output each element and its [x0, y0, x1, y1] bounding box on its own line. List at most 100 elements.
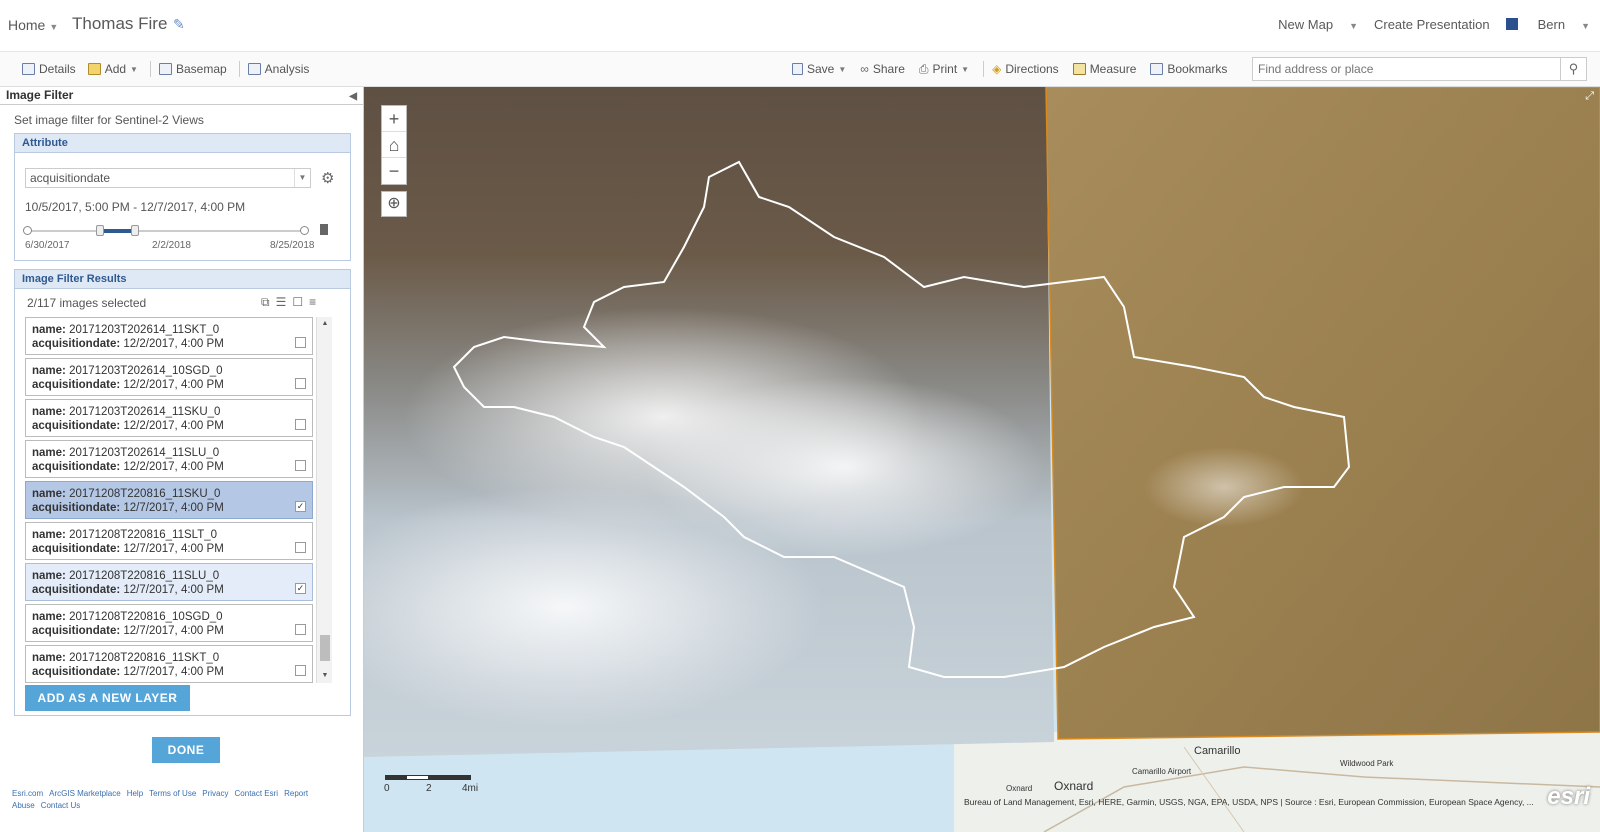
attribute-heading: Attribute [15, 134, 350, 153]
item-name-key: name: [32, 652, 66, 664]
slider-bookmark-icon[interactable] [320, 224, 328, 235]
item-checkbox[interactable] [295, 665, 306, 676]
analysis-icon [247, 63, 261, 75]
item-name: 20171203T202614_11SLU_0 [69, 447, 220, 459]
user-menu[interactable]: Bern ▼ [1505, 17, 1590, 32]
panel-header: Image Filter ◀ [0, 87, 363, 105]
map-view[interactable]: + ⌂ − ⊕ ⤢ Camarillo Oxnard Camarillo Air… [364, 87, 1600, 832]
list-item[interactable]: name: 20171208T220816_10SGD_0 acquisition… [25, 604, 313, 642]
list-item[interactable]: name: 20171208T220816_11SKU_0 acquisition… [25, 481, 313, 519]
list-item[interactable]: name: 20171203T202614_11SKU_0 acquisition… [25, 399, 313, 437]
list-item[interactable]: name: 20171208T220816_11SLT_0 acquisition… [25, 522, 313, 560]
item-name-row: name: 20171208T220816_11SKU_0 [32, 487, 306, 501]
zoom-to-selection-icon[interactable]: ⧉ [261, 295, 270, 310]
measure-button[interactable]: Measure [1072, 62, 1136, 76]
new-map-label: New Map [1278, 17, 1334, 32]
list-item[interactable]: name: 20171203T202614_10SGD_0 acquisition… [25, 358, 313, 396]
item-checkbox[interactable]: ✓ [295, 583, 306, 594]
item-name: 20171203T202614_11SKU_0 [69, 406, 221, 418]
item-name-key: name: [32, 570, 66, 582]
add-icon [87, 63, 101, 75]
floppy-disk-icon [792, 63, 803, 75]
locate-button[interactable]: ⊕ [381, 191, 407, 217]
search-icon[interactable]: ⚲ [1560, 58, 1586, 80]
basemap-grid-icon [158, 63, 172, 75]
item-name-key: name: [32, 324, 66, 336]
done-button[interactable]: DONE [152, 737, 220, 763]
basemap-button[interactable]: Basemap [158, 62, 227, 76]
print-label: Print [932, 62, 958, 76]
attribute-select[interactable]: acquisitiondate ▼ [25, 168, 311, 188]
item-checkbox[interactable] [295, 419, 306, 430]
chevron-down-icon: ▼ [49, 22, 59, 32]
edit-pencil-icon[interactable]: ✎ [173, 16, 185, 33]
item-name: 20171208T220816_10SGD_0 [69, 611, 223, 623]
slider-handle-start[interactable] [96, 225, 104, 236]
esri-logo: esri [1547, 783, 1590, 810]
footer-link[interactable]: Help [127, 789, 143, 798]
list-item[interactable]: name: 20171203T202614_11SLU_0 acquisition… [25, 440, 313, 478]
directions-button[interactable]: ◈ Directions [992, 62, 1059, 76]
scroll-down-icon[interactable]: ▼ [317, 669, 333, 683]
zoom-in-button[interactable]: + [382, 106, 406, 132]
print-button[interactable]: ⎙ Print ▼ [919, 62, 969, 77]
item-date: 12/7/2017, 4:00 PM [123, 543, 224, 555]
list-item[interactable]: name: 20171208T220816_11SKT_0 acquisition… [25, 645, 313, 683]
slider-max-label: 8/25/2018 [270, 240, 315, 251]
create-presentation-link[interactable]: Create Presentation [1374, 17, 1490, 32]
slider-start-icon [23, 226, 32, 235]
list-item[interactable]: name: 20171203T202614_11SKT_0 acquisition… [25, 317, 313, 355]
item-date: 12/2/2017, 4:00 PM [123, 379, 224, 391]
save-button[interactable]: Save ▼ [792, 62, 846, 76]
select-all-checkbox-icon[interactable]: ☐ [292, 295, 303, 310]
share-button[interactable]: ∞ Share [860, 62, 905, 76]
toolbar-divider [983, 61, 985, 77]
footer-link[interactable]: Privacy [202, 789, 228, 798]
basemap-label: Basemap [175, 62, 227, 76]
bookmarks-label: Bookmarks [1167, 62, 1228, 76]
item-date: 12/7/2017, 4:00 PM [123, 502, 224, 514]
gear-icon[interactable]: ⚙ [321, 169, 334, 187]
item-checkbox[interactable]: ✓ [295, 501, 306, 512]
item-date: 12/7/2017, 4:00 PM [123, 584, 224, 596]
filter-settings-icon[interactable]: ≡ [309, 295, 316, 310]
add-button[interactable]: Add ▼ [87, 62, 138, 76]
slider-min-label: 6/30/2017 [25, 240, 70, 251]
item-checkbox[interactable] [295, 337, 306, 348]
item-checkbox[interactable] [295, 624, 306, 635]
home-extent-button[interactable]: ⌂ [382, 132, 406, 158]
item-checkbox[interactable] [295, 460, 306, 471]
add-label: Add [104, 62, 127, 76]
attribute-section: Attribute acquisitiondate ▼ ⚙ 10/5/2017,… [14, 133, 351, 261]
slider-handle-end[interactable] [131, 225, 139, 236]
item-checkbox[interactable] [295, 542, 306, 553]
zoom-out-button[interactable]: − [382, 158, 406, 184]
results-list: name: 20171203T202614_11SKT_0 acquisition… [25, 317, 337, 683]
analysis-button[interactable]: Analysis [247, 62, 309, 76]
item-checkbox[interactable] [295, 378, 306, 389]
date-range-slider[interactable] [23, 225, 309, 236]
home-menu[interactable]: Home ▼ [8, 17, 58, 33]
scroll-thumb[interactable] [320, 635, 330, 661]
item-name-row: name: 20171208T220816_11SKT_0 [32, 651, 306, 665]
scroll-up-icon[interactable]: ▲ [317, 317, 333, 331]
item-date: 12/2/2017, 4:00 PM [123, 461, 224, 473]
footer-link[interactable]: Contact Esri [235, 789, 279, 798]
results-scrollbar[interactable]: ▲ ▼ [316, 317, 332, 683]
sort-list-icon[interactable]: ☰ [276, 295, 287, 310]
footer-link[interactable]: Contact Us [41, 801, 81, 810]
list-item[interactable]: name: 20171208T220816_11SLU_0 acquisition… [25, 563, 313, 601]
footer-link[interactable]: ArcGIS Marketplace [49, 789, 121, 798]
footer-link[interactable]: Esri.com [12, 789, 43, 798]
scale-label: 4mi [462, 783, 479, 794]
search-input[interactable] [1253, 58, 1553, 80]
details-button[interactable]: Details [22, 62, 76, 76]
new-map-menu[interactable]: New Map ▼ [1262, 17, 1358, 32]
add-as-new-layer-button[interactable]: ADD AS A NEW LAYER [25, 685, 190, 711]
collapse-panel-icon[interactable]: ◀ [349, 89, 357, 105]
slider-mid-label: 2/2/2018 [152, 240, 191, 251]
expand-map-icon[interactable]: ⤢ [1585, 90, 1594, 103]
item-name: 20171208T220816_11SKT_0 [69, 652, 220, 664]
bookmarks-button[interactable]: Bookmarks [1150, 62, 1227, 76]
footer-link[interactable]: Terms of Use [149, 789, 196, 798]
